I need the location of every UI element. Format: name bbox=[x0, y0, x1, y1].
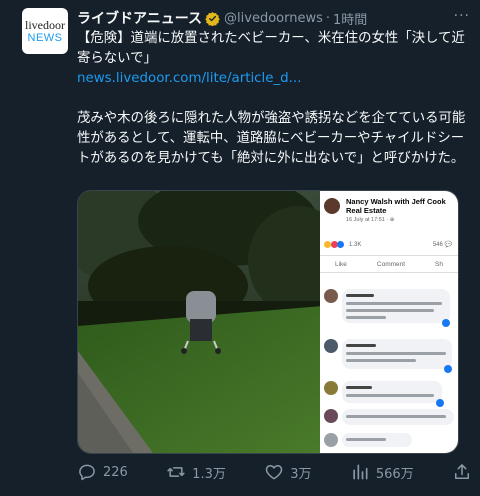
fb-comment-bubble bbox=[342, 409, 454, 425]
fb-comment-bubble bbox=[342, 289, 450, 323]
fb-avatar bbox=[324, 198, 340, 214]
fb-comment-bubble bbox=[342, 339, 452, 369]
view-count: 566万 bbox=[375, 466, 414, 482]
share-button[interactable] bbox=[452, 462, 472, 482]
tweet-headline: 【危険】道端に放置されたベビーカー、米在住の女性「決して近寄らないで」 bbox=[77, 31, 465, 66]
roadside-stroller-photo bbox=[78, 191, 323, 453]
share-icon bbox=[455, 464, 469, 479]
heart-icon bbox=[265, 465, 283, 480]
fb-like-icon bbox=[442, 319, 450, 327]
fb-comment-bubble bbox=[342, 381, 442, 403]
tweet-text: 【危険】道端に放置されたベビーカー、米在住の女性「決して近寄らないで」 news… bbox=[77, 29, 472, 169]
views-button[interactable]: 566万 bbox=[350, 462, 414, 482]
article-link[interactable]: news.livedoor.com/lite/article_d... bbox=[77, 71, 301, 86]
fb-like-icon bbox=[436, 399, 444, 407]
retweet-button[interactable]: 1.3万 bbox=[166, 462, 226, 482]
fb-reactions: 1.3K 546 💬 bbox=[324, 241, 454, 251]
more-options-icon[interactable]: ··· bbox=[454, 8, 470, 24]
fb-reaction-count: 1.3K bbox=[349, 242, 362, 249]
verified-badge-icon bbox=[205, 11, 220, 26]
tweet-action-bar: 226 1.3万 3万 566万 bbox=[77, 458, 472, 486]
like-reaction-icon bbox=[337, 241, 345, 248]
fb-comment-bubble bbox=[342, 433, 412, 447]
fb-commenter-avatar bbox=[324, 289, 338, 303]
retweet-icon bbox=[167, 467, 185, 477]
fb-post-header: Nancy Walsh with Jeff Cook Real Estate 1… bbox=[324, 197, 454, 227]
fb-comment-label: Comment bbox=[376, 260, 406, 268]
fb-action-bar: Like Comment Sh bbox=[320, 255, 458, 273]
tweet-time[interactable]: 1時間 bbox=[333, 9, 367, 28]
fb-commenter-avatar bbox=[324, 339, 338, 353]
fb-like-label: Like bbox=[334, 260, 347, 268]
like-button[interactable]: 3万 bbox=[264, 462, 311, 482]
avatar-logo-line2: NEWS bbox=[27, 31, 63, 44]
author-handle[interactable]: @livedoornews bbox=[224, 11, 323, 26]
like-count: 3万 bbox=[290, 466, 312, 482]
fb-date: 16 July at 17:51 · ⊕ bbox=[346, 217, 395, 223]
tweet-body: 茂みや木の後ろに隠れた人物が強盗や誘拐などを企てている可能性があるとして、運転中… bbox=[77, 111, 466, 166]
reply-count: 226 bbox=[103, 464, 128, 480]
avatar[interactable]: livedoor NEWS bbox=[22, 8, 68, 54]
fb-commenter-avatar bbox=[324, 409, 338, 423]
retweet-count: 1.3万 bbox=[192, 466, 226, 482]
fb-like-icon bbox=[444, 365, 452, 373]
author-name[interactable]: ライブドアニュース bbox=[77, 8, 202, 28]
fb-commenter-avatar bbox=[324, 433, 338, 447]
facebook-post-screenshot: Nancy Walsh with Jeff Cook Real Estate 1… bbox=[320, 191, 458, 453]
separator-dot: · bbox=[325, 10, 331, 26]
tweet-header: ライブドアニュース @livedoornews · 1時間 bbox=[77, 8, 427, 28]
reply-icon bbox=[79, 464, 95, 481]
fb-commenter-avatar bbox=[324, 381, 338, 395]
reply-button[interactable]: 226 bbox=[77, 462, 128, 482]
fb-comment-count: 546 💬 bbox=[432, 242, 452, 248]
tweet-media[interactable]: Nancy Walsh with Jeff Cook Real Estate 1… bbox=[77, 190, 459, 454]
bar-chart-icon bbox=[353, 464, 368, 480]
avatar-logo-line1: livedoor bbox=[25, 17, 65, 32]
fb-share-label: Sh bbox=[435, 260, 443, 268]
fb-author: Nancy Walsh with Jeff Cook Real Estate bbox=[346, 197, 446, 215]
haha-reaction-icon bbox=[324, 241, 331, 248]
